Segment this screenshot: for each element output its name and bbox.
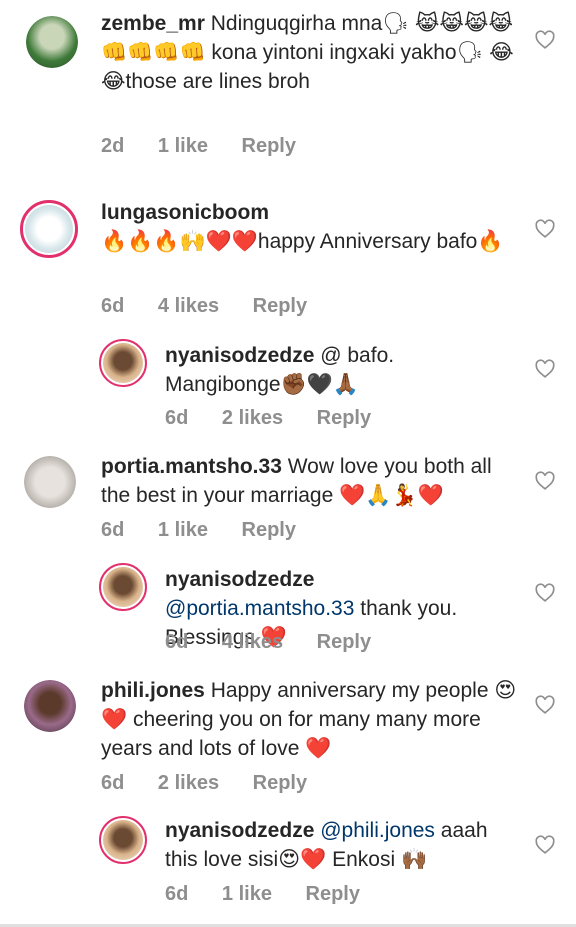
comment-meta: 6d 4 likes Reply <box>165 631 399 654</box>
comment-meta: 6d 2 likes Reply <box>101 772 335 795</box>
reply-button[interactable]: Reply <box>306 883 360 905</box>
comment-age: 6d <box>101 295 125 317</box>
comment-meta: 6d 1 like Reply <box>101 519 324 542</box>
comment-likes[interactable]: 2 likes <box>222 407 283 429</box>
reply-button[interactable]: Reply <box>253 295 307 317</box>
comment-body: nyanisodzedze @phili.jones aaah this lov… <box>165 816 505 874</box>
comment-username[interactable]: nyanisodzedze <box>165 568 314 591</box>
comment-body: lungasonicboom 🔥🔥🔥🙌❤️❤️happy Anniversary… <box>101 198 521 256</box>
comment-age: 6d <box>101 519 125 541</box>
comment-meta: 6d 4 likes Reply <box>101 295 335 318</box>
avatar[interactable] <box>99 816 147 864</box>
comment-likes[interactable]: 1 like <box>222 883 272 905</box>
avatar[interactable] <box>99 339 147 387</box>
avatar[interactable] <box>24 456 76 508</box>
comment-likes[interactable]: 4 likes <box>158 295 219 317</box>
avatar[interactable] <box>24 680 76 732</box>
comment-age: 6d <box>101 772 125 794</box>
comment-meta: 6d 2 likes Reply <box>165 407 399 430</box>
heart-outline-icon[interactable] <box>534 358 556 380</box>
reply-button[interactable]: Reply <box>253 772 307 794</box>
reply-button[interactable]: Reply <box>242 135 296 157</box>
avatar[interactable] <box>99 563 147 611</box>
heart-outline-icon[interactable] <box>534 470 556 492</box>
heart-outline-icon[interactable] <box>534 834 556 856</box>
comment-username[interactable]: nyanisodzedze <box>165 819 314 842</box>
comment-age: 2d <box>101 135 125 157</box>
comment-username[interactable]: lungasonicboom <box>101 201 269 224</box>
reply-button[interactable]: Reply <box>317 407 371 429</box>
comment-age: 6d <box>165 407 189 429</box>
comment-username[interactable]: portia.mantsho.33 <box>101 455 282 478</box>
comment-body: nyanisodzedze @ bafo. Mangibonge✊🏾🖤🙏🏾 <box>165 341 505 399</box>
reply-button[interactable]: Reply <box>317 631 371 653</box>
comment-body: phili.jones Happy anniversary my people … <box>101 676 521 763</box>
heart-outline-icon[interactable] <box>534 218 556 240</box>
comment-likes[interactable]: 2 likes <box>158 772 219 794</box>
comment-age: 6d <box>165 631 189 653</box>
comment-text: 🔥🔥🔥🙌❤️❤️happy Anniversary bafo🔥 <box>101 230 504 253</box>
comment-mention[interactable]: @portia.mantsho.33 <box>165 597 354 620</box>
comment-meta: 6d 1 like Reply <box>165 883 388 906</box>
avatar[interactable] <box>20 200 78 258</box>
comment-likes[interactable]: 1 like <box>158 135 208 157</box>
heart-outline-icon[interactable] <box>534 29 556 51</box>
reply-button[interactable]: Reply <box>242 519 296 541</box>
comment-meta: 2d 1 like Reply <box>101 135 324 158</box>
comment-body: zembe_mr Ndinguqgirha mna🗣 😹😹😹😹👊👊👊👊 kona… <box>101 9 521 96</box>
comment-body: portia.mantsho.33 Wow love you both all … <box>101 452 521 510</box>
comment-mention[interactable]: @phili.jones <box>320 819 435 842</box>
comment-username[interactable]: phili.jones <box>101 679 205 702</box>
avatar[interactable] <box>26 16 78 68</box>
heart-outline-icon[interactable] <box>534 582 556 604</box>
comment-username[interactable]: nyanisodzedze <box>165 344 314 367</box>
comment-username[interactable]: zembe_mr <box>101 12 205 35</box>
comment-likes[interactable]: 1 like <box>158 519 208 541</box>
comment-age: 6d <box>165 883 189 905</box>
heart-outline-icon[interactable] <box>534 694 556 716</box>
comment-likes[interactable]: 4 likes <box>222 631 283 653</box>
